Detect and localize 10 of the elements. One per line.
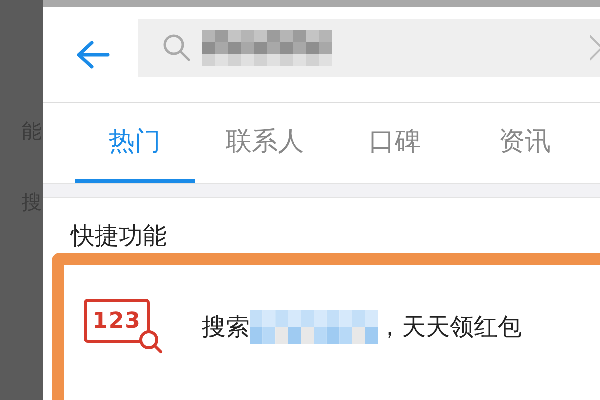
tab[interactable]: 资讯	[465, 103, 585, 183]
section-title: 快捷功能	[71, 222, 168, 250]
clear-icon[interactable]	[590, 34, 600, 60]
search-icon	[162, 32, 192, 62]
tab[interactable]: 联系人	[205, 103, 325, 183]
back-arrow-icon[interactable]	[76, 40, 110, 70]
shortcut-text[interactable]: ，天天领红包	[378, 311, 522, 343]
tab[interactable]: 口碑	[335, 103, 455, 183]
search-field[interactable]	[138, 18, 600, 76]
shortcut-text[interactable]: 搜索	[202, 311, 250, 343]
